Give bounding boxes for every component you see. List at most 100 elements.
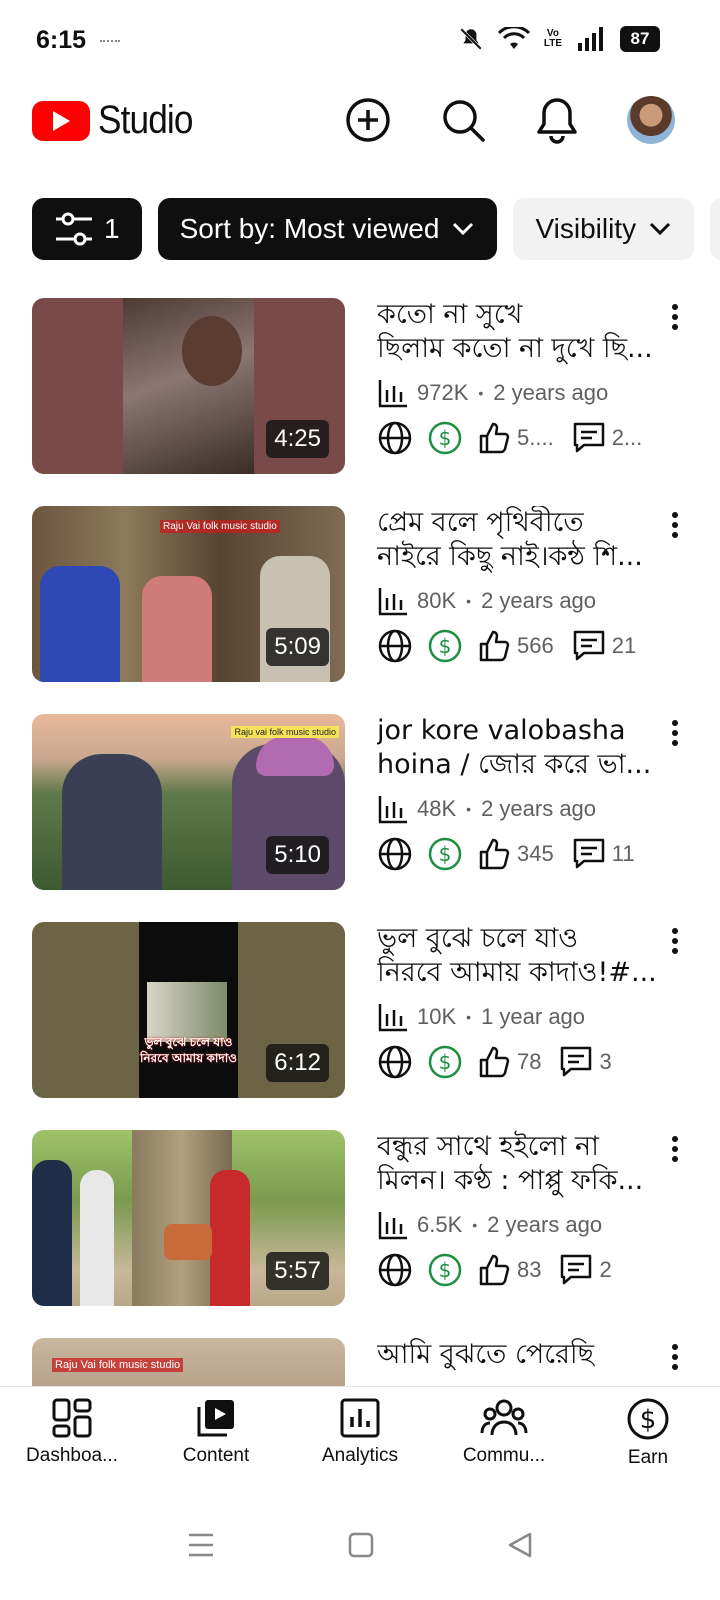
video-title[interactable]: প্রেম বলে পৃথিবীতে নাইরে কিছু নাই।কন্ঠ শ… [377,506,661,574]
like-count: 83 [517,1257,542,1282]
upload-age: 2 years ago [493,380,609,405]
video-stats: $ 345 11 [377,836,653,872]
like-count: 5.... [517,425,554,450]
video-row[interactable]: Raju Vai folk music studio 5:09 প্রেম বল… [0,506,720,686]
comment-icon [561,1046,592,1077]
video-title[interactable]: ভুল বুঝে চলে যাও নিরবে আমায় কাদাও!#... [377,922,661,990]
more-options-button[interactable] [664,1342,686,1372]
view-count: 6.5K [417,1212,463,1237]
comment-icon [561,1254,592,1285]
video-meta: 972K • 2 years ago [377,378,608,408]
more-options-button[interactable] [664,718,686,748]
nav-community[interactable]: Commu... [432,1387,576,1490]
view-count: 48K [417,796,457,821]
wifi-icon [497,27,530,49]
content-icon [197,1400,234,1437]
video-thumbnail[interactable]: Raju vai folk music studio 5:10 [32,714,345,890]
recents-menu-icon[interactable] [186,1531,216,1559]
nav-content[interactable]: Content [144,1387,288,1490]
video-row[interactable]: ভুল বুঝে চলে যাও নিরবে আমায় কাদাও 6:12 … [0,922,720,1102]
status-time: 6:15 [36,26,87,54]
video-meta: 6.5K • 2 years ago [377,1210,602,1240]
video-thumbnail[interactable]: Raju Vai folk music studio 5:09 [32,506,345,682]
visibility-chip[interactable]: Visibility [513,198,695,260]
video-title[interactable]: jor kore valobasha hoina / জোর করে ভা... [377,714,661,782]
video-thumbnail[interactable]: 5:57 [32,1130,345,1306]
video-thumbnail[interactable]: ভুল বুঝে চলে যাও নিরবে আমায় কাদাও 6:12 [32,922,345,1098]
comment-icon [573,838,604,869]
like-count: 566 [517,633,554,658]
video-thumbnail[interactable]: Raju Vai folk music studio [32,1338,345,1386]
video-stats: $ 5.... 2... [377,420,660,456]
home-square-icon[interactable] [347,1531,375,1559]
analytics-icon [340,1398,380,1438]
video-thumbnail[interactable]: 4:25 [32,298,345,474]
like-count: 345 [517,841,554,866]
nav-label: Dashboa... [26,1445,118,1466]
view-count: 972K [417,380,469,405]
thumbnail-overlay-text: Raju Vai folk music studio [160,520,280,533]
more-options-button[interactable] [664,1134,686,1164]
community-icon [480,1399,528,1436]
brand-name: Studio [98,98,193,142]
upload-age: 2 years ago [487,1212,603,1237]
upload-age: 2 years ago [481,796,597,821]
sort-chip[interactable]: Sort by: Most viewed [157,198,498,260]
notifications-button[interactable] [531,94,583,146]
nav-label: Content [182,1445,250,1466]
volte-indicator: Vo LTE [543,28,562,49]
views-bars-icon [378,796,407,824]
comment-count: 21 [611,633,637,658]
monetization-dollar-icon: $ [427,836,463,872]
thumbnail-overlay-text: ভুল বুঝে চলে যাও নিরবে আমায় কাদাও [139,1035,238,1065]
bottom-navigation: Dashboa... Content Analytics Commu... $ … [0,1386,720,1490]
comment-count: 2 [599,1257,612,1282]
video-title[interactable]: বন্ধুর সাথে হইলো না মিলন। কণ্ঠ : পাপ্পু … [377,1130,661,1198]
status-bar: 6:15 Vo LTE 87 [0,0,720,84]
filter-count: 1 [104,213,120,244]
youtube-play-icon [32,100,90,141]
video-list: 4:25 কতো না সুখে ছিলাম কতো না দুখে ছি...… [0,298,720,1386]
more-options-button[interactable] [664,926,686,956]
globe-icon [377,420,413,456]
more-options-button[interactable] [664,510,686,540]
filter-chip[interactable]: 1 [32,198,142,260]
video-title[interactable]: কতো না সুখে ছিলাম কতো না দুখে ছি... [377,298,661,366]
globe-icon [377,1044,413,1080]
globe-icon [377,836,413,872]
back-triangle-icon[interactable] [506,1531,534,1559]
notification-dots-icon [100,40,120,44]
comment-count: 2... [611,425,643,450]
more-options-button[interactable] [664,302,686,332]
svg-text:$: $ [640,1405,657,1435]
video-row[interactable]: Raju vai folk music studio 5:10 jor kore… [0,714,720,894]
search-button[interactable] [437,94,489,146]
video-meta: 80K • 2 years ago [377,586,596,616]
dashboard-icon [52,1398,92,1438]
like-thumb-icon [479,1254,510,1286]
like-thumb-icon [479,1046,510,1078]
battery-indicator: 87 [620,26,660,52]
video-title[interactable]: আমি বুঝতে পেরেছি [377,1338,661,1386]
nav-earn[interactable]: $ Earn [576,1387,720,1490]
monetization-dollar-icon: $ [427,1044,463,1080]
video-row[interactable]: 4:25 কতো না সুখে ছিলাম কতো না দুখে ছি...… [0,298,720,478]
nav-analytics[interactable]: Analytics [288,1387,432,1490]
video-row[interactable]: 5:57 বন্ধুর সাথে হইলো না মিলন। কণ্ঠ : পা… [0,1130,720,1310]
monetization-dollar-icon: $ [427,1252,463,1288]
earn-icon: $ [627,1398,669,1440]
account-avatar[interactable] [627,96,675,144]
mute-icon [459,28,482,50]
monetization-dollar-icon: $ [427,628,463,664]
status-icons: Vo LTE 87 [458,26,660,52]
studio-logo[interactable]: Studio [32,98,205,143]
nav-dashboard[interactable]: Dashboa... [0,1387,144,1490]
comment-icon [573,422,604,453]
create-button[interactable] [342,94,394,146]
like-thumb-icon [479,422,510,454]
video-stats: $ 83 2 [377,1252,630,1288]
app-header: Studio [0,84,720,192]
video-row[interactable]: Raju Vai folk music studio আমি বুঝতে পের… [0,1338,720,1386]
more-filter-chip[interactable] [710,198,720,260]
filter-chips: 1 Sort by: Most viewed Visibility [32,198,720,260]
